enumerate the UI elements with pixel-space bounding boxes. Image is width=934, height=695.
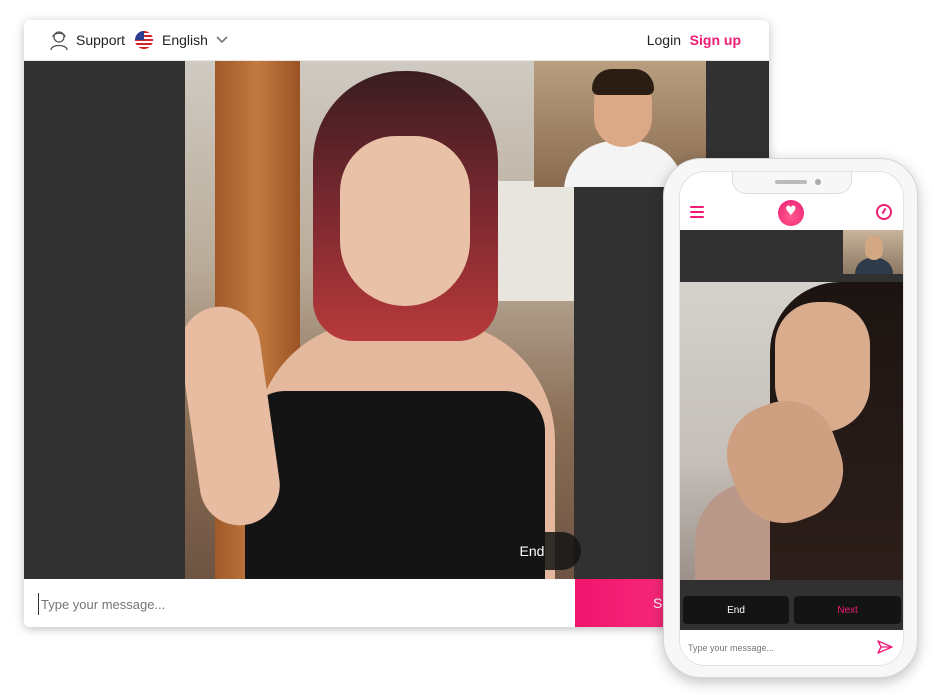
us-flag-icon <box>135 31 153 49</box>
login-link[interactable]: Login <box>647 32 681 48</box>
support-agent-icon <box>50 31 68 51</box>
heart-logo-icon <box>778 200 804 226</box>
phone-mockup: End Next <box>663 158 918 678</box>
signup-link[interactable]: Sign up <box>690 32 741 48</box>
chevron-down-icon <box>216 36 228 44</box>
phone-self-video-thumbnail <box>843 230 903 274</box>
support-label: Support <box>76 32 126 48</box>
message-input[interactable] <box>38 593 558 615</box>
video-area: End <box>24 61 769 579</box>
send-icon[interactable] <box>877 640 893 654</box>
desktop-chat-bar: S <box>24 579 769 627</box>
hamburger-menu-icon[interactable] <box>690 206 704 218</box>
phone-controls: End Next <box>680 580 903 630</box>
timer-icon[interactable] <box>876 204 892 220</box>
end-button[interactable]: End <box>483 532 581 570</box>
phone-next-button[interactable]: Next <box>794 596 901 624</box>
language-selector[interactable]: English <box>134 29 228 51</box>
page: Support English Login Sign up End Type y… <box>0 0 934 695</box>
phone-end-button[interactable]: End <box>683 596 789 624</box>
phone-message-input[interactable] <box>688 640 868 656</box>
desktop-header: Support English Login Sign up <box>24 20 769 61</box>
phone-notch <box>732 172 852 194</box>
language-label: English <box>162 32 208 48</box>
phone-chat-bar <box>680 630 903 665</box>
phone-partner-video <box>680 282 903 580</box>
partner-video <box>185 61 574 579</box>
support-link[interactable]: Support <box>48 29 125 51</box>
phone-screen: End Next <box>679 171 904 666</box>
phone-top-video-area <box>680 230 903 282</box>
desktop-window: Support English Login Sign up End Type y… <box>24 20 769 627</box>
